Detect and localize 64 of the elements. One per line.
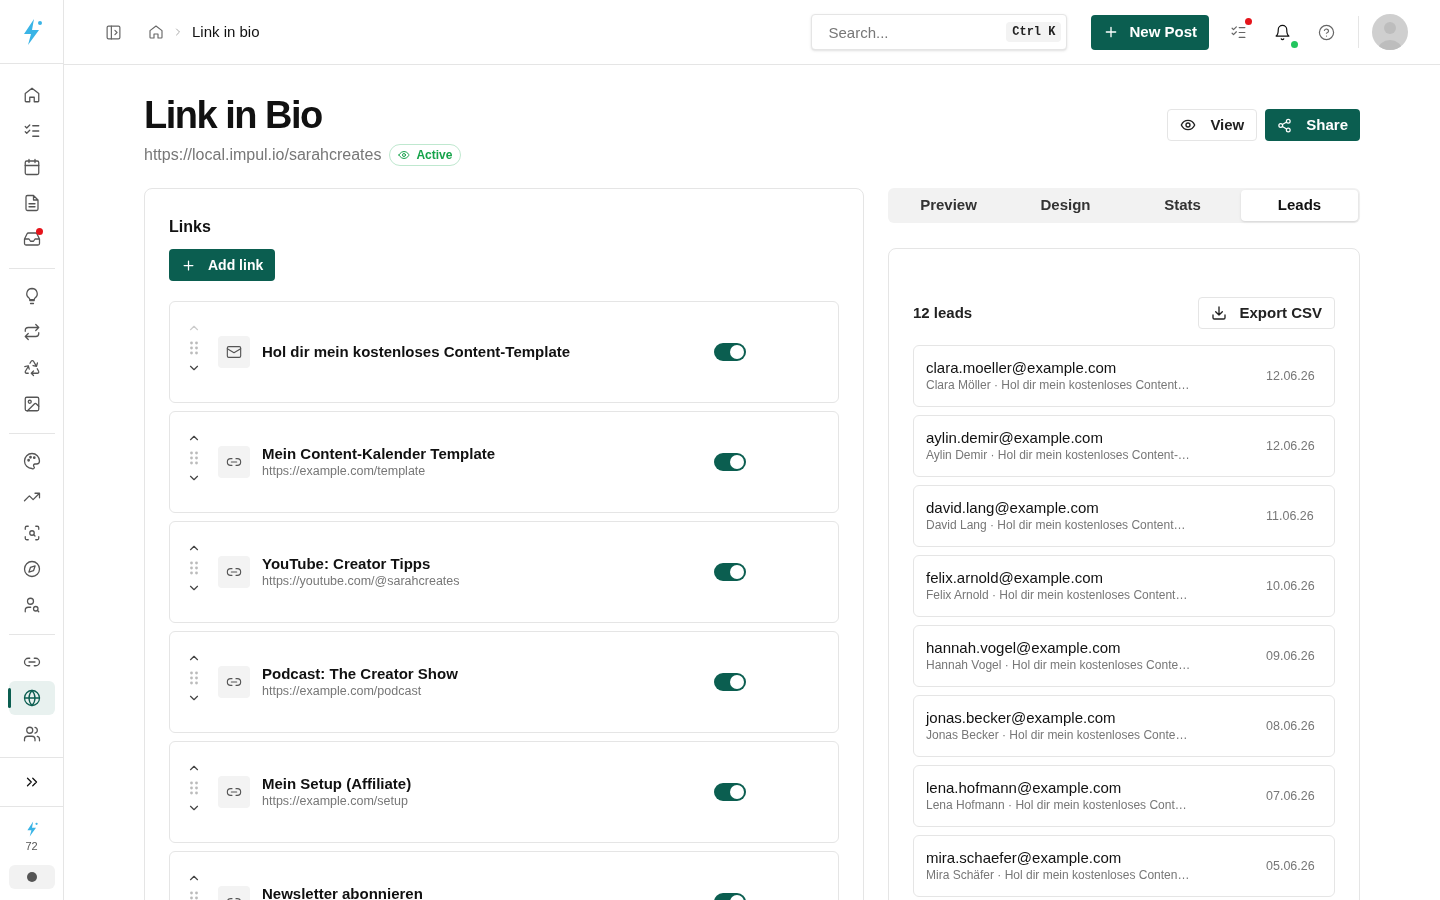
lead-item[interactable]: felix.arnold@example.com Felix Arnold · Hol dir mein kostenloses Content… 10.06.26 (913, 555, 1335, 617)
lead-email: jonas.becker@example.com (926, 709, 1117, 727)
tab[interactable]: Stats (1124, 190, 1241, 221)
link-item[interactable]: YouTube: Creator Tipps https://youtube.com/@sarahcreates (169, 521, 839, 623)
lead-email: clara.moeller@example.com (926, 359, 1118, 377)
lead-detail: Jonas Becker · Hol dir mein kostenloses Conte… (926, 727, 1189, 743)
link-item[interactable]: Mein Setup (Affiliate) https://example.com/setup (169, 741, 839, 843)
page-title: Link in Bio (144, 93, 323, 137)
link-url: https://example.com/setup (262, 793, 409, 809)
lead-date: 08.06.26 (1266, 717, 1316, 735)
link-item[interactable]: Hol dir mein kostenloses Content-Template (169, 301, 839, 403)
credits-count: 72 (25, 839, 38, 854)
lead-item[interactable]: lena.hofmann@example.com Lena Hofmann · Hol dir mein kostenloses Cont… 07.06.26 (913, 765, 1335, 827)
lead-email: mira.schaefer@example.com (926, 849, 1123, 867)
lead-date: 09.06.26 (1266, 647, 1316, 665)
link-title: Newsletter abonnieren (262, 885, 424, 900)
lead-detail: Lena Hofmann · Hol dir mein kostenloses Cont… (926, 797, 1188, 813)
lead-date: 10.06.26 (1266, 577, 1316, 595)
link-item[interactable]: Mein Content-Kalender Template https://example.com/template (169, 411, 839, 513)
lead-email: david.lang@example.com (926, 499, 1100, 517)
leads-count: 12 leads (913, 302, 973, 323)
lead-email: felix.arnold@example.com (926, 569, 1104, 587)
link-title: YouTube: Creator Tipps (262, 555, 432, 573)
lead-email: lena.hofmann@example.com (926, 779, 1123, 797)
lead-detail: Aylin Demir · Hol dir mein kostenloses Content-… (926, 447, 1191, 463)
card-heading: Links (169, 217, 212, 237)
lead-item[interactable]: hannah.vogel@example.com Hannah Vogel · Hol dir mein kostenloses Conte… 09.06.26 (913, 625, 1335, 687)
lead-item[interactable]: aylin.demir@example.com Aylin Demir · Hol dir mein kostenloses Content-… 12.06.26 (913, 415, 1335, 477)
breadcrumb-current: Link in bio (192, 21, 260, 42)
lead-detail: Felix Arnold · Hol dir mein kostenloses Content… (926, 587, 1189, 603)
add-link-button[interactable]: Add link (169, 249, 276, 281)
tab[interactable]: Design (1007, 190, 1124, 221)
shortcut-hint: Ctrl K (1006, 22, 1062, 42)
lead-date: 12.06.26 (1266, 437, 1316, 455)
lead-item[interactable]: clara.moeller@example.com Clara Möller · Hol dir mein kostenloses Content… 12.06.26 (913, 345, 1335, 407)
lead-date: 12.06.26 (1266, 367, 1316, 385)
tab[interactable]: Preview (890, 190, 1007, 221)
link-url: https://example.com/template (262, 463, 427, 479)
tab[interactable]: Leads (1241, 190, 1358, 221)
lead-detail: David Lang · Hol dir mein kostenloses Content… (926, 517, 1187, 533)
link-item[interactable]: Newsletter abonnieren (169, 851, 839, 900)
new-post-button[interactable]: New Post (1091, 14, 1209, 50)
lead-item[interactable]: david.lang@example.com David Lang · Hol dir mein kostenloses Content… 11.06.26 (913, 485, 1335, 547)
lead-date: 05.06.26 (1266, 857, 1316, 875)
export-csv-button[interactable]: Export CSV (1198, 297, 1335, 329)
lead-item[interactable]: mira.schaefer@example.com Mira Schäfer · Hol dir mein kostenloses Conten… 05.06.26 (913, 835, 1335, 897)
page-url: https://local.impul.io/sarahcreates (144, 145, 382, 165)
share-button[interactable]: Share (1265, 109, 1360, 141)
lead-item[interactable]: jonas.becker@example.com Jonas Becker · Hol dir mein kostenloses Conte… 08.06.26 (913, 695, 1335, 757)
link-title: Podcast: The Creator Show (262, 665, 459, 683)
link-url: https://example.com/podcast (262, 683, 423, 699)
link-title: Mein Setup (Affiliate) (262, 775, 413, 793)
link-item[interactable]: Podcast: The Creator Show https://example.com/podcast (169, 631, 839, 733)
lead-detail: Clara Möller · Hol dir mein kostenloses Content… (926, 377, 1191, 393)
lead-email: hannah.vogel@example.com (926, 639, 1122, 657)
lead-email: aylin.demir@example.com (926, 429, 1104, 447)
lead-detail: Hannah Vogel · Hol dir mein kostenloses Conte… (926, 657, 1192, 673)
lead-date: 11.06.26 (1266, 507, 1315, 525)
link-title: Hol dir mein kostenloses Content-Template (262, 343, 572, 361)
view-button[interactable]: View (1167, 109, 1258, 141)
lead-date: 07.06.26 (1266, 787, 1316, 805)
link-title: Mein Content-Kalender Template (262, 445, 497, 463)
link-url: https://youtube.com/@sarahcreates (262, 573, 461, 589)
lead-detail: Mira Schäfer · Hol dir mein kostenloses Conten… (926, 867, 1191, 883)
